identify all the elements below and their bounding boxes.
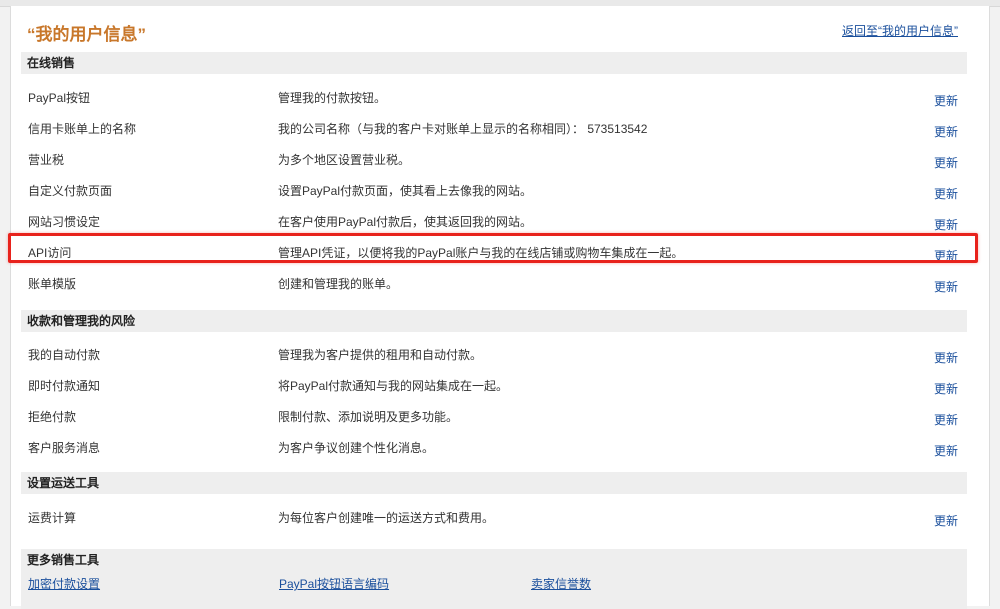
row-label: 网站习惯设定 [28,215,101,229]
row-website-preferences: 网站习惯设定 在客户使用PayPal付款后，使其返回我的网站。 更新 [21,211,967,242]
row-custom-payment-page: 自定义付款页面 设置PayPal付款页面，使其看上去像我的网站。 更新 [21,180,967,211]
row-label: PayPal按钮 [28,91,91,105]
more-tools-header: 更多销售工具 [27,553,100,567]
page-title: “我的用户信息” [27,25,146,44]
row-label: 自定义付款页面 [28,184,113,198]
row-description: 限制付款、添加说明及更多功能。 [278,410,459,424]
row-label: 拒绝付款 [28,410,77,424]
update-link-sales-tax[interactable]: 更新 [934,152,958,174]
button-language-encoding-link[interactable]: PayPal按钮语言编码 [279,575,389,592]
row-paypal-buttons: PayPal按钮 管理我的付款按钮。 更新 [21,87,967,118]
row-description: 管理API凭证，以便将我的PayPal账户与我的在线店铺或购物车集成在一起。 [278,246,684,260]
row-label: 账单模版 [28,277,77,291]
update-link-website-preferences[interactable]: 更新 [934,214,958,236]
row-auto-payments: 我的自动付款 管理我为客户提供的租用和自动付款。 更新 [21,344,967,375]
update-link-custom-payment-page[interactable]: 更新 [934,183,958,205]
seller-reputation-number-link[interactable]: 卖家信誉数 [531,575,591,592]
update-link-shipping-calculations[interactable]: 更新 [934,510,958,532]
row-shipping-calculations: 运费计算 为每位客户创建唯一的运送方式和费用。 更新 [21,507,967,538]
row-label: 信用卡账单上的名称 [28,122,137,136]
row-description: 在客户使用PayPal付款后，使其返回我的网站。 [278,215,533,229]
row-description: 为客户争议创建个性化消息。 [278,441,435,455]
update-link-invoice-templates[interactable]: 更新 [934,276,958,298]
row-customer-service-messages: 客户服务消息 为客户争议创建个性化消息。 更新 [21,437,967,468]
row-description: 管理我为客户提供的租用和自动付款。 [278,348,483,362]
row-description: 管理我的付款按钮。 [278,91,387,105]
more-selling-tools: 更多销售工具 加密付款设置 PayPal按钮语言编码 卖家信誉数 [21,549,967,609]
row-label: 客户服务消息 [28,441,101,455]
update-link-api-access[interactable]: 更新 [934,245,958,267]
section-header-shipping-tools: 设置运送工具 [21,472,967,494]
row-ipn: 即时付款通知 将PayPal付款通知与我的网站集成在一起。 更新 [21,375,967,406]
update-link-auto-payments[interactable]: 更新 [934,347,958,369]
update-link-ipn[interactable]: 更新 [934,378,958,400]
row-label: 营业税 [28,153,65,167]
update-link-card-statement-name[interactable]: 更新 [934,121,958,143]
row-label: API访问 [28,246,72,260]
section-header-receive-payments: 收款和管理我的风险 [21,310,967,332]
row-description: 为多个地区设置营业税。 [278,153,411,167]
row-block-payments: 拒绝付款 限制付款、添加说明及更多功能。 更新 [21,406,967,437]
encrypted-payment-settings-link[interactable]: 加密付款设置 [28,575,100,592]
update-link-block-payments[interactable]: 更新 [934,409,958,431]
section-header-online-sales: 在线销售 [21,52,967,74]
row-card-statement-name: 信用卡账单上的名称 我的公司名称（与我的客户卡对账单上显示的名称相同）： 573… [21,118,967,149]
row-sales-tax: 营业税 为多个地区设置营业税。 更新 [21,149,967,180]
row-invoice-templates: 账单模版 创建和管理我的账单。 更新 [21,273,967,304]
update-link-customer-service-messages[interactable]: 更新 [934,440,958,462]
row-label: 即时付款通知 [28,379,101,393]
update-link-paypal-buttons[interactable]: 更新 [934,90,958,112]
profile-panel: “我的用户信息” 返回至“我的用户信息” 在线销售 PayPal按钮 管理我的付… [10,6,990,609]
row-description: 设置PayPal付款页面，使其看上去像我的网站。 [278,184,533,198]
row-description: 我的公司名称（与我的客户卡对账单上显示的名称相同）： 573513542 [278,122,648,136]
row-description: 将PayPal付款通知与我的网站集成在一起。 [278,379,509,393]
row-label: 我的自动付款 [28,348,101,362]
row-description: 为每位客户创建唯一的运送方式和费用。 [278,511,495,525]
row-api-access: API访问 管理API凭证，以便将我的PayPal账户与我的在线店铺或购物车集成… [21,242,967,273]
back-to-profile-link[interactable]: 返回至“我的用户信息” [842,22,958,39]
row-label: 运费计算 [28,511,77,525]
row-description: 创建和管理我的账单。 [278,277,399,291]
